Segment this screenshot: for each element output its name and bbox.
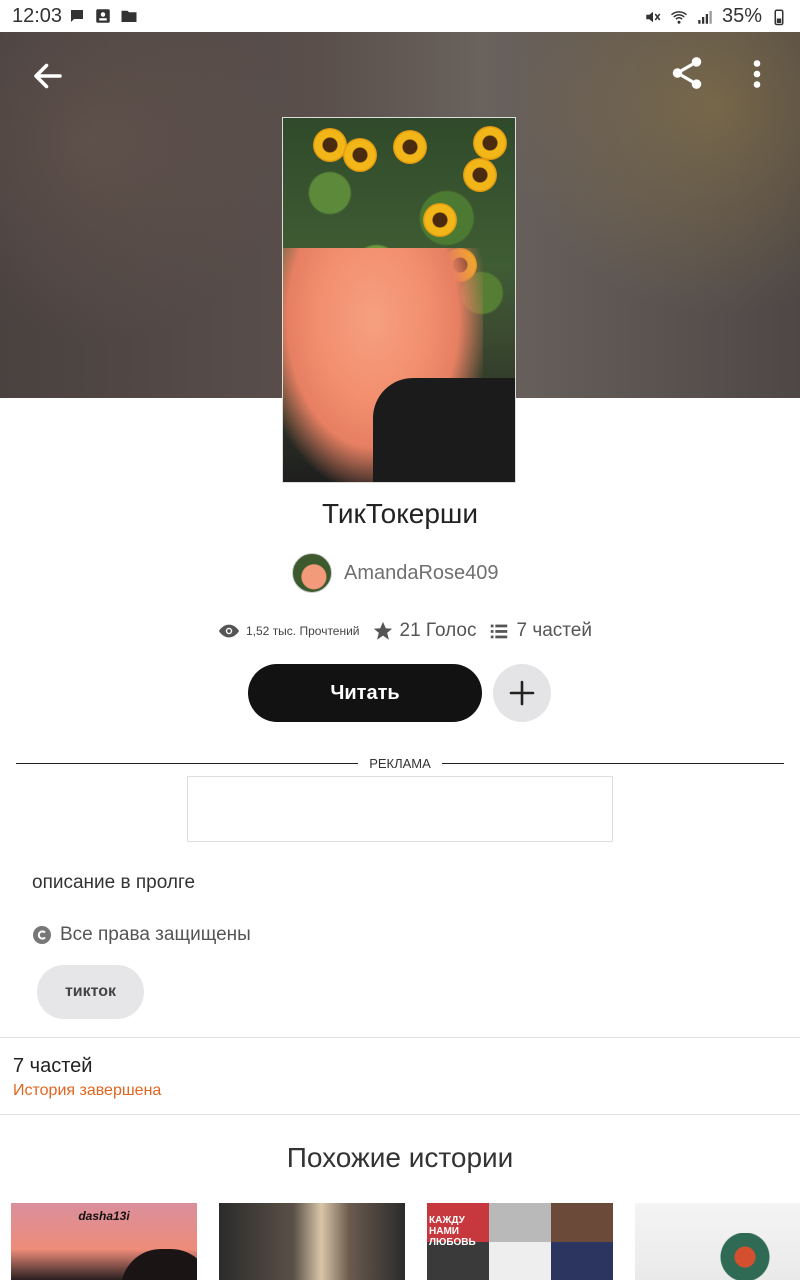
- copyright-icon: [33, 926, 51, 944]
- similar-stories-heading: Похожие истории: [286, 1142, 514, 1173]
- similar-story-thumbnail[interactable]: [635, 1203, 800, 1280]
- status-time: 12:03: [12, 5, 63, 27]
- contact-card-icon: [96, 9, 110, 23]
- folder-icon: [121, 10, 137, 22]
- copyright-info: Все права защищены: [32, 924, 251, 946]
- read-button[interactable]: Читать: [248, 664, 482, 722]
- reads-count: 1,52 тыс. Прочтений: [246, 624, 360, 638]
- story-description: описание в пролге: [32, 872, 196, 893]
- copyright-text: Все права защищены: [60, 924, 251, 945]
- share-button[interactable]: [668, 54, 706, 92]
- author-link[interactable]: AmandaRose409: [292, 552, 499, 594]
- battery-icon: [774, 9, 784, 25]
- parts-count-stat: 7 частей: [516, 620, 592, 641]
- thumbnail-text: КАЖДУ НАМИ ЛЮБОВЬ: [429, 1215, 476, 1248]
- similar-story-thumbnail[interactable]: [219, 1203, 405, 1280]
- section-divider: [0, 1114, 800, 1115]
- similar-story-thumbnail[interactable]: КАЖДУ НАМИ ЛЮБОВЬ: [427, 1203, 613, 1280]
- more-options-button[interactable]: [744, 56, 770, 92]
- tag-chip[interactable]: тикток: [37, 965, 144, 1019]
- author-name: AmandaRose409: [344, 561, 499, 584]
- add-to-library-button[interactable]: [493, 664, 551, 722]
- parts-count: 7 частей: [13, 1055, 93, 1077]
- story-stats: 1,52 тыс. Прочтений 21 Голос 7 частей: [218, 618, 592, 644]
- author-avatar: [292, 553, 332, 593]
- ad-slot[interactable]: [187, 776, 613, 842]
- eye-icon: [218, 624, 240, 638]
- votes-count: 21 Голос: [399, 620, 477, 641]
- ad-label: РЕКЛАМА: [369, 756, 431, 771]
- list-icon: [491, 624, 508, 639]
- chat-bubble-icon: [71, 10, 83, 22]
- battery-percent: 35%: [721, 5, 762, 27]
- plus-icon: [509, 680, 535, 706]
- similar-story-thumbnail[interactable]: dasha13i: [11, 1203, 197, 1280]
- mute-icon: [646, 11, 661, 22]
- back-button[interactable]: [30, 58, 66, 94]
- star-icon: [373, 621, 392, 640]
- signal-icon: [698, 10, 712, 24]
- thumbnail-text: dasha13i: [78, 1209, 130, 1223]
- status-bar: 12:03 35%: [0, 0, 800, 32]
- section-divider: [0, 1037, 800, 1038]
- story-title: ТикТокерши: [321, 498, 479, 529]
- wifi-icon: [670, 10, 687, 24]
- story-status: История завершена: [13, 1082, 162, 1099]
- story-cover-image[interactable]: [282, 117, 516, 483]
